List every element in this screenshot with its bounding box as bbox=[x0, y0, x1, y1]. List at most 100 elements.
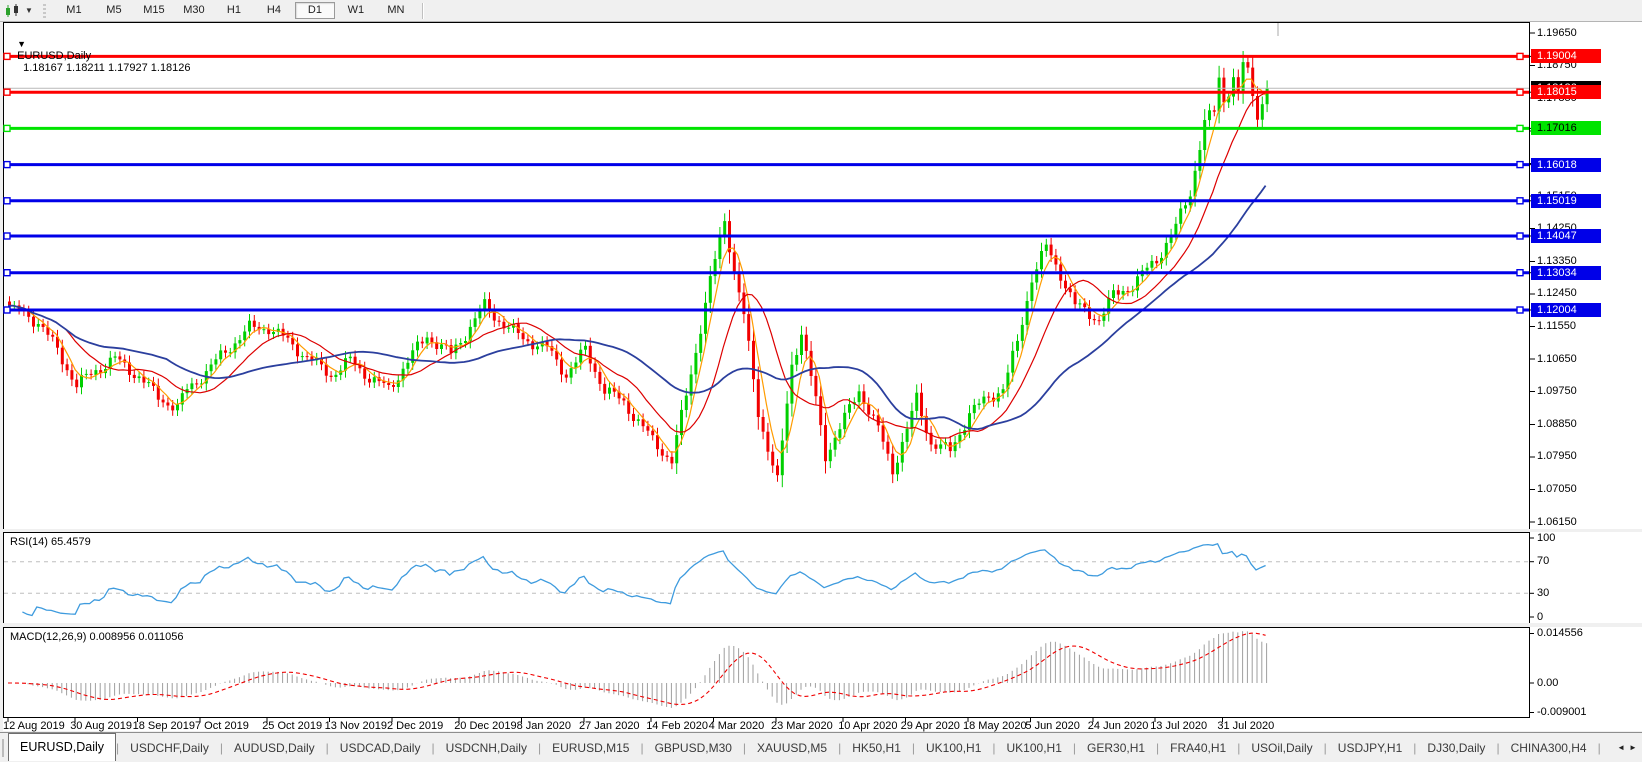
tab-usdjpy-h1[interactable]: USDJPY,H1 bbox=[1327, 734, 1413, 762]
sr-line-handle[interactable] bbox=[1516, 197, 1524, 205]
date-axis-label: 8 Jan 2020 bbox=[516, 720, 572, 732]
timeframe-button-h4[interactable]: H4 bbox=[255, 2, 293, 19]
sr-line-handle[interactable] bbox=[3, 269, 11, 277]
timeframe-button-w1[interactable]: W1 bbox=[337, 2, 375, 19]
tab-china300-h4[interactable]: CHINA300,H4 bbox=[1500, 734, 1598, 762]
price-axis-tick: 1.06150 bbox=[1537, 515, 1577, 528]
sr-line-handle[interactable] bbox=[3, 160, 11, 169]
sr-line-handle[interactable] bbox=[3, 306, 11, 314]
tab-xauusd-m5[interactable]: XAUUSD,M5 bbox=[746, 734, 838, 762]
sr-price-badge: 1.19004 bbox=[1531, 49, 1601, 64]
macd-axis-tick: 0.00 bbox=[1537, 676, 1559, 689]
tabbar-grip bbox=[2, 738, 4, 757]
sr-line-handle[interactable] bbox=[1516, 124, 1524, 133]
tab-usdcnh-daily[interactable]: USDCNH,Daily bbox=[435, 734, 538, 762]
sr-price-badge: 1.17016 bbox=[1531, 121, 1601, 136]
price-axis-tick: 1.19650 bbox=[1537, 26, 1577, 39]
timeframe-button-d1[interactable]: D1 bbox=[294, 2, 335, 19]
pane-resize-divider[interactable] bbox=[0, 623, 1642, 627]
tab-usdcad-daily[interactable]: USDCAD,Daily bbox=[329, 734, 432, 762]
tab-audusd-daily[interactable]: AUDUSD,Daily bbox=[223, 734, 326, 762]
date-axis-label: 14 Feb 2020 bbox=[646, 720, 708, 732]
price-axis-tick: 1.10650 bbox=[1537, 352, 1577, 365]
sr-line-handle[interactable] bbox=[1516, 88, 1524, 96]
tab-gbpusd-m30[interactable]: GBPUSD,M30 bbox=[644, 734, 743, 762]
price-axis-tick: 1.07950 bbox=[1537, 450, 1577, 463]
tab-uk100-h1[interactable]: UK100,H1 bbox=[996, 734, 1073, 762]
tab-hk50-h1[interactable]: HK50,H1 bbox=[841, 734, 912, 762]
sr-line-handle[interactable] bbox=[1516, 232, 1524, 240]
timeframe-button-m5[interactable]: M5 bbox=[95, 2, 133, 19]
tab-eurusd-m15[interactable]: EURUSD,M15 bbox=[541, 734, 640, 762]
date-axis-label: 18 Sep 2019 bbox=[132, 720, 195, 732]
chart-canvas bbox=[3, 22, 1642, 731]
date-axis-label: 10 Apr 2020 bbox=[838, 720, 898, 732]
tab-dj30-daily[interactable]: DJ30,Daily bbox=[1416, 734, 1496, 762]
date-axis-label: 27 Jan 2020 bbox=[579, 720, 640, 732]
macd-axis-tick: -0.009001 bbox=[1537, 706, 1587, 718]
macd-axis-tick: 0.014556 bbox=[1537, 627, 1583, 639]
chart-dropdown-icon[interactable]: ▼ bbox=[17, 39, 26, 49]
chart-tab-bar: EURUSD,Daily | USDCHF,Daily | AUDUSD,Daily | U… bbox=[0, 732, 1642, 762]
sr-price-badge: 1.14047 bbox=[1531, 229, 1601, 243]
sr-line-handle[interactable] bbox=[3, 232, 11, 240]
timeframe-button-mn[interactable]: MN bbox=[377, 2, 415, 19]
toolbar-grip[interactable] bbox=[42, 3, 46, 18]
date-axis-label: 18 May 2020 bbox=[963, 720, 1027, 732]
price-axis-tick: 1.07050 bbox=[1537, 483, 1577, 496]
tab-usdchf-daily[interactable]: USDCHF,Daily bbox=[119, 734, 220, 762]
sr-price-badge: 1.13034 bbox=[1531, 265, 1601, 280]
tab-eurusd-daily[interactable]: EURUSD,Daily bbox=[8, 733, 117, 761]
chevron-down-icon: ▼ bbox=[25, 6, 33, 15]
date-axis-label: 20 Dec 2019 bbox=[454, 720, 517, 732]
sr-line-handle[interactable] bbox=[3, 88, 11, 96]
rsi-axis-tick: 30 bbox=[1537, 586, 1550, 599]
date-axis-label: 31 Jul 2020 bbox=[1217, 720, 1275, 732]
tab-fra40-h1[interactable]: FRA40,H1 bbox=[1159, 734, 1237, 762]
timeframe-button-m15[interactable]: M15 bbox=[135, 2, 173, 19]
sr-line-handle[interactable] bbox=[1516, 306, 1524, 314]
macd-label: MACD(12,26,9) 0.008956 0.011056 bbox=[10, 631, 184, 643]
sr-line-handle[interactable] bbox=[1516, 160, 1524, 169]
timeframe-button-m30[interactable]: M30 bbox=[175, 2, 213, 19]
date-axis-label: 29 Apr 2020 bbox=[900, 720, 960, 732]
date-axis-label: 4 Mar 2020 bbox=[708, 720, 765, 732]
date-axis-label: 24 Jun 2020 bbox=[1087, 720, 1149, 732]
timeframe-buttons: M1 M5 M15 M30 H1 H4 D1 W1 MN bbox=[54, 2, 416, 19]
chart-title: ▼ EURUSD,Daily 1.18167 1.18211 1.17927 1… bbox=[11, 26, 190, 74]
sr-price-badge: 1.12004 bbox=[1531, 303, 1601, 318]
rsi-axis-tick: 0 bbox=[1537, 610, 1544, 623]
rsi-label: RSI(14) 65.4579 bbox=[10, 536, 91, 548]
date-axis-label: 7 Oct 2019 bbox=[195, 720, 249, 732]
chart-type-button[interactable]: ▼ bbox=[4, 3, 33, 18]
timeframe-button-m1[interactable]: M1 bbox=[55, 2, 93, 19]
date-axis-label: 2 Dec 2019 bbox=[387, 720, 444, 732]
date-axis-label: 30 Aug 2019 bbox=[70, 720, 132, 732]
date-axis-label: 23 Mar 2020 bbox=[771, 720, 833, 732]
price-axis-tick: 1.12450 bbox=[1537, 287, 1577, 300]
mt4-trading-platform: { "toolbar": { "timeframes": ["M1","M5",… bbox=[0, 0, 1642, 762]
tab-ger30-h1[interactable]: GER30,H1 bbox=[1076, 734, 1156, 762]
date-axis-label: 13 Nov 2019 bbox=[324, 720, 387, 732]
tab-scroll-right-icon[interactable]: ► bbox=[1629, 743, 1637, 752]
date-axis-label: 5 Jun 2020 bbox=[1025, 720, 1080, 732]
sr-price-badge: 1.15019 bbox=[1531, 193, 1601, 208]
timeframe-button-h1[interactable]: H1 bbox=[215, 2, 253, 19]
tab-scroll-left-icon[interactable]: ◄ bbox=[1617, 743, 1625, 752]
toolbar: ▼ M1 M5 M15 M30 H1 H4 D1 W1 MN bbox=[0, 0, 1642, 22]
sr-line-handle[interactable] bbox=[3, 124, 11, 133]
tab-usoil-daily[interactable]: USOil,Daily bbox=[1240, 734, 1323, 762]
tab-scroll-arrows: ◄ ► bbox=[1612, 732, 1642, 762]
sr-line-handle[interactable] bbox=[3, 52, 11, 61]
candlestick-chart-icon bbox=[6, 3, 18, 17]
sr-line-handle[interactable] bbox=[1516, 269, 1524, 277]
date-axis-label: 25 Oct 2019 bbox=[262, 720, 323, 732]
sr-line-handle[interactable] bbox=[1516, 52, 1524, 61]
tab-uk100-h1[interactable]: UK100,H1 bbox=[915, 734, 992, 762]
price-axis-tick: 1.11550 bbox=[1537, 319, 1576, 332]
pane-resize-divider[interactable] bbox=[0, 529, 1642, 532]
sr-line-handle[interactable] bbox=[3, 197, 11, 205]
price-axis-tick: 1.08850 bbox=[1537, 417, 1577, 430]
chart-title-symbol: EURUSD,Daily bbox=[17, 50, 92, 62]
sr-price-badge: 1.18015 bbox=[1531, 85, 1601, 100]
